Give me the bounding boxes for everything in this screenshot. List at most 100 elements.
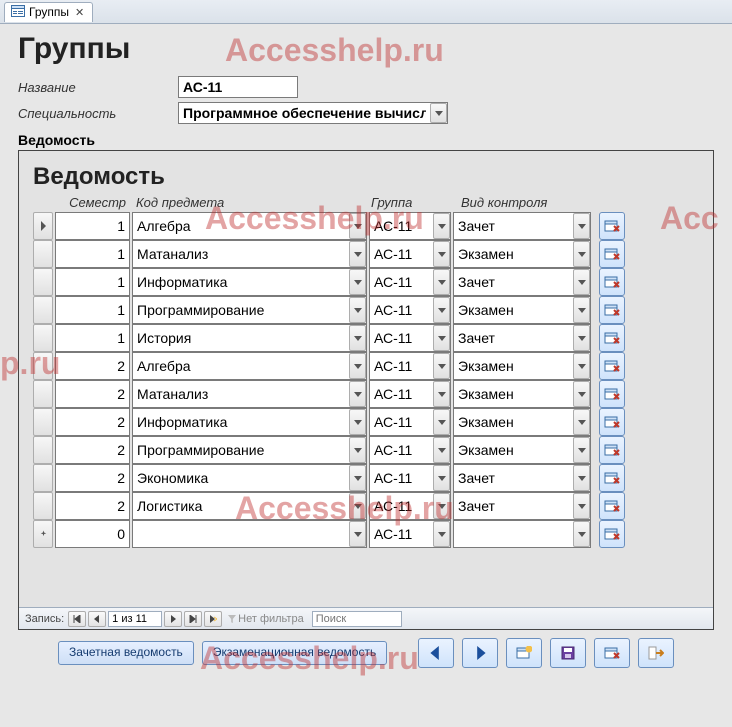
cell-control[interactable] — [453, 268, 591, 296]
prev-main-button[interactable] — [418, 638, 454, 668]
cell-subject[interactable] — [132, 380, 367, 408]
group-input[interactable] — [370, 381, 433, 407]
chevron-down-icon[interactable] — [433, 213, 450, 239]
cell-group[interactable] — [369, 240, 451, 268]
cell-subject[interactable] — [132, 352, 367, 380]
cell-control[interactable] — [453, 352, 591, 380]
chevron-down-icon[interactable] — [573, 269, 590, 295]
chevron-down-icon[interactable] — [573, 297, 590, 323]
row-delete-button[interactable] — [599, 212, 625, 240]
group-input[interactable] — [370, 493, 433, 519]
cell-semester[interactable] — [55, 520, 130, 548]
cell-group[interactable] — [369, 324, 451, 352]
subject-input[interactable] — [133, 297, 349, 323]
semester-input[interactable] — [56, 269, 129, 295]
record-position[interactable] — [108, 611, 162, 627]
row-delete-button[interactable] — [599, 240, 625, 268]
cell-group[interactable] — [369, 492, 451, 520]
row-selector[interactable] — [33, 296, 53, 324]
row-selector[interactable] — [33, 408, 53, 436]
semester-input[interactable] — [56, 493, 129, 519]
row-delete-button[interactable] — [599, 520, 625, 548]
control-input[interactable] — [454, 297, 573, 323]
cell-control[interactable] — [453, 408, 591, 436]
chevron-down-icon[interactable] — [349, 409, 366, 435]
group-input[interactable] — [370, 241, 433, 267]
chevron-down-icon[interactable] — [433, 409, 450, 435]
control-input[interactable] — [454, 325, 573, 351]
chevron-down-icon[interactable] — [349, 241, 366, 267]
cell-subject[interactable] — [132, 464, 367, 492]
chevron-down-icon[interactable] — [349, 437, 366, 463]
chevron-down-icon[interactable] — [433, 381, 450, 407]
subject-input[interactable] — [133, 521, 349, 547]
specialty-input[interactable] — [179, 103, 430, 123]
cell-semester[interactable] — [55, 324, 130, 352]
semester-input[interactable] — [56, 213, 129, 239]
subject-input[interactable] — [133, 353, 349, 379]
cell-group[interactable] — [369, 212, 451, 240]
cell-group[interactable] — [369, 380, 451, 408]
cell-semester[interactable] — [55, 436, 130, 464]
exit-button[interactable] — [638, 638, 674, 668]
new-record-button[interactable] — [204, 611, 222, 627]
chevron-down-icon[interactable] — [573, 213, 590, 239]
cell-semester[interactable] — [55, 268, 130, 296]
cell-semester[interactable] — [55, 464, 130, 492]
chevron-down-icon[interactable] — [573, 437, 590, 463]
cell-control[interactable] — [453, 324, 591, 352]
delete-record-button[interactable] — [594, 638, 630, 668]
row-delete-button[interactable] — [599, 464, 625, 492]
row-delete-button[interactable] — [599, 352, 625, 380]
chevron-down-icon[interactable] — [430, 103, 447, 123]
control-input[interactable] — [454, 493, 573, 519]
row-selector[interactable] — [33, 324, 53, 352]
cell-control[interactable] — [453, 380, 591, 408]
chevron-down-icon[interactable] — [349, 325, 366, 351]
group-input[interactable] — [370, 325, 433, 351]
search-input[interactable] — [312, 611, 402, 627]
cell-subject[interactable] — [132, 436, 367, 464]
cell-subject[interactable] — [132, 296, 367, 324]
semester-input[interactable] — [56, 437, 129, 463]
cell-group[interactable] — [369, 352, 451, 380]
close-icon[interactable]: ✕ — [73, 6, 86, 19]
row-delete-button[interactable] — [599, 296, 625, 324]
cell-subject[interactable] — [132, 408, 367, 436]
cell-subject[interactable] — [132, 212, 367, 240]
chevron-down-icon[interactable] — [433, 465, 450, 491]
row-selector[interactable] — [33, 268, 53, 296]
cell-control[interactable] — [453, 296, 591, 324]
cell-semester[interactable] — [55, 296, 130, 324]
first-record-button[interactable] — [68, 611, 86, 627]
cell-subject[interactable] — [132, 268, 367, 296]
row-selector[interactable] — [33, 492, 53, 520]
semester-input[interactable] — [56, 465, 129, 491]
chevron-down-icon[interactable] — [433, 521, 450, 547]
semester-input[interactable] — [56, 325, 129, 351]
chevron-down-icon[interactable] — [573, 241, 590, 267]
cell-subject[interactable] — [132, 240, 367, 268]
chevron-down-icon[interactable] — [349, 521, 366, 547]
chevron-down-icon[interactable] — [573, 409, 590, 435]
control-input[interactable] — [454, 353, 573, 379]
semester-input[interactable] — [56, 381, 129, 407]
group-input[interactable] — [370, 521, 433, 547]
control-input[interactable] — [454, 213, 573, 239]
save-button[interactable] — [550, 638, 586, 668]
chevron-down-icon[interactable] — [349, 465, 366, 491]
control-input[interactable] — [454, 381, 573, 407]
subject-input[interactable] — [133, 437, 349, 463]
chevron-down-icon[interactable] — [349, 381, 366, 407]
subject-input[interactable] — [133, 493, 349, 519]
subject-input[interactable] — [133, 465, 349, 491]
row-delete-button[interactable] — [599, 268, 625, 296]
row-delete-button[interactable] — [599, 324, 625, 352]
group-input[interactable] — [370, 353, 433, 379]
chevron-down-icon[interactable] — [573, 381, 590, 407]
cell-semester[interactable] — [55, 352, 130, 380]
semester-input[interactable] — [56, 521, 129, 547]
control-input[interactable] — [454, 269, 573, 295]
chevron-down-icon[interactable] — [433, 493, 450, 519]
subject-input[interactable] — [133, 269, 349, 295]
